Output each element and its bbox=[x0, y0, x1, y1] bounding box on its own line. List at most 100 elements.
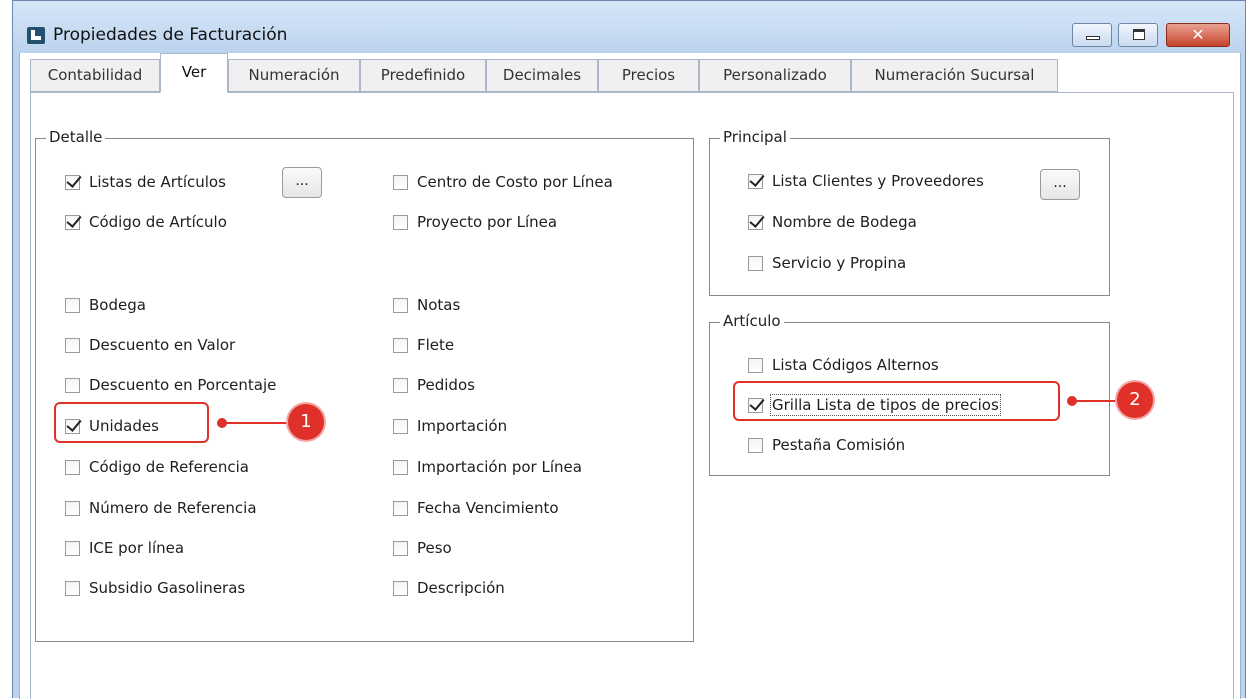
checkbox-box[interactable] bbox=[393, 459, 408, 475]
annotation-2-line bbox=[1073, 400, 1117, 402]
checkbox-box[interactable] bbox=[393, 418, 408, 434]
checkbox-centro-costo-linea[interactable]: Centro de Costo por Línea bbox=[393, 171, 613, 193]
checkbox-box[interactable] bbox=[393, 214, 408, 230]
checkbox-label: Código de Referencia bbox=[89, 458, 249, 476]
checkbox-box[interactable] bbox=[65, 297, 80, 313]
checkbox-box[interactable] bbox=[748, 214, 763, 230]
checkbox-label: Número de Referencia bbox=[89, 499, 257, 517]
tab-decimales[interactable]: Decimales bbox=[486, 59, 598, 92]
maximize-button[interactable] bbox=[1118, 23, 1158, 47]
checkbox-box[interactable] bbox=[65, 459, 80, 475]
checkbox-label: Descuento en Porcentaje bbox=[89, 376, 277, 394]
checkbox-subsidio-gasolineras[interactable]: Subsidio Gasolineras bbox=[65, 577, 245, 599]
checkbox-box[interactable] bbox=[65, 214, 80, 230]
checkbox-flete[interactable]: Flete bbox=[393, 334, 454, 356]
checkbox-pedidos[interactable]: Pedidos bbox=[393, 374, 475, 396]
app-icon bbox=[27, 27, 45, 44]
dialog-content: Contabilidad Ver Numeración Predefinido … bbox=[19, 53, 1241, 699]
articulo-legend: Artículo bbox=[720, 312, 784, 330]
checkbox-label: Pedidos bbox=[417, 376, 475, 394]
checkbox-box[interactable] bbox=[393, 580, 408, 596]
title-bar[interactable]: Propiedades de Facturación ✕ bbox=[13, 1, 1245, 53]
checkbox-descuento-valor[interactable]: Descuento en Valor bbox=[65, 334, 235, 356]
checkbox-importacion[interactable]: Importación bbox=[393, 415, 507, 437]
checkbox-box[interactable] bbox=[65, 500, 80, 516]
window-title: Propiedades de Facturación bbox=[53, 25, 288, 45]
checkbox-descuento-porcentaje[interactable]: Descuento en Porcentaje bbox=[65, 374, 276, 396]
detalle-legend: Detalle bbox=[46, 128, 106, 146]
checkbox-importacion-linea[interactable]: Importación por Línea bbox=[393, 456, 582, 478]
tab-numeracion[interactable]: Numeración bbox=[228, 59, 360, 92]
annotation-badge-1: 1 bbox=[288, 404, 324, 440]
checkbox-pestana-comision[interactable]: Pestaña Comisión bbox=[748, 434, 905, 456]
principal-group: Principal Lista Clientes y Proveedores .… bbox=[709, 128, 1110, 296]
tab-personalizado[interactable]: Personalizado bbox=[699, 59, 851, 92]
checkbox-bodega[interactable]: Bodega bbox=[65, 294, 146, 316]
listas-articulos-more-button[interactable]: ... bbox=[282, 167, 322, 198]
lista-clientes-more-button[interactable]: ... bbox=[1040, 169, 1080, 200]
ver-tab-panel: Detalle Listas de Artículos ... Código d… bbox=[30, 92, 1234, 699]
minimize-icon bbox=[1086, 36, 1100, 40]
highlight-unidades bbox=[54, 402, 209, 443]
tab-ver[interactable]: Ver bbox=[160, 53, 228, 93]
checkbox-label: Nombre de Bodega bbox=[772, 213, 917, 231]
checkbox-box[interactable] bbox=[393, 540, 408, 556]
checkbox-listas-articulos[interactable]: Listas de Artículos bbox=[65, 171, 226, 193]
checkbox-box[interactable] bbox=[65, 174, 80, 190]
tab-predefinido[interactable]: Predefinido bbox=[360, 59, 486, 92]
checkbox-label: Lista Códigos Alternos bbox=[772, 356, 939, 374]
checkbox-nombre-bodega[interactable]: Nombre de Bodega bbox=[748, 211, 917, 233]
checkbox-box[interactable] bbox=[748, 255, 763, 271]
checkbox-label: Pestaña Comisión bbox=[772, 436, 906, 454]
checkbox-box[interactable] bbox=[748, 437, 763, 453]
checkbox-lista-clientes-proveedores[interactable]: Lista Clientes y Proveedores bbox=[748, 170, 984, 192]
checkbox-box[interactable] bbox=[748, 357, 763, 373]
checkbox-label: Bodega bbox=[89, 296, 146, 314]
checkbox-label: Código de Artículo bbox=[89, 213, 227, 231]
checkbox-descripcion[interactable]: Descripción bbox=[393, 577, 505, 599]
checkbox-fecha-vencimiento[interactable]: Fecha Vencimiento bbox=[393, 497, 559, 519]
checkbox-box[interactable] bbox=[65, 377, 80, 393]
checkbox-codigo-articulo[interactable]: Código de Artículo bbox=[65, 211, 227, 233]
checkbox-label: Notas bbox=[417, 296, 461, 314]
checkbox-servicio-propina[interactable]: Servicio y Propina bbox=[748, 252, 906, 274]
checkbox-notas[interactable]: Notas bbox=[393, 294, 460, 316]
tab-contabilidad[interactable]: Contabilidad bbox=[30, 59, 160, 92]
checkbox-box[interactable] bbox=[65, 580, 80, 596]
checkbox-box[interactable] bbox=[393, 337, 408, 353]
highlight-grilla-precios bbox=[733, 381, 1060, 421]
annotation-1-line bbox=[223, 422, 287, 424]
tab-precios[interactable]: Precios bbox=[598, 59, 699, 92]
checkbox-box[interactable] bbox=[65, 540, 80, 556]
checkbox-peso[interactable]: Peso bbox=[393, 537, 452, 559]
checkbox-label: Centro de Costo por Línea bbox=[417, 173, 613, 191]
close-icon: ✕ bbox=[1191, 25, 1205, 44]
annotation-badge-2: 2 bbox=[1117, 382, 1153, 418]
checkbox-box[interactable] bbox=[393, 297, 408, 313]
checkbox-box[interactable] bbox=[393, 500, 408, 516]
close-button[interactable]: ✕ bbox=[1166, 23, 1230, 47]
tab-numeracion-sucursal[interactable]: Numeración Sucursal bbox=[851, 59, 1058, 92]
minimize-button[interactable] bbox=[1072, 23, 1112, 47]
checkbox-label: ICE por línea bbox=[89, 539, 185, 557]
checkbox-label: Lista Clientes y Proveedores bbox=[772, 172, 984, 190]
checkbox-box[interactable] bbox=[65, 337, 80, 353]
checkbox-label: Descuento en Valor bbox=[89, 336, 236, 354]
checkbox-ice-linea[interactable]: ICE por línea bbox=[65, 537, 184, 559]
checkbox-lista-codigos-alternos[interactable]: Lista Códigos Alternos bbox=[748, 354, 939, 376]
checkbox-label: Listas de Artículos bbox=[89, 173, 226, 191]
checkbox-label: Peso bbox=[417, 539, 452, 557]
principal-legend: Principal bbox=[720, 128, 790, 146]
checkbox-numero-referencia[interactable]: Número de Referencia bbox=[65, 497, 257, 519]
checkbox-box[interactable] bbox=[393, 174, 408, 190]
checkbox-box[interactable] bbox=[393, 377, 408, 393]
checkbox-proyecto-linea[interactable]: Proyecto por Línea bbox=[393, 211, 557, 233]
checkbox-label: Proyecto por Línea bbox=[417, 213, 558, 231]
checkbox-label: Fecha Vencimiento bbox=[417, 499, 559, 517]
checkbox-codigo-referencia[interactable]: Código de Referencia bbox=[65, 456, 249, 478]
checkbox-label: Importación bbox=[417, 417, 508, 435]
checkbox-label: Importación por Línea bbox=[417, 458, 582, 476]
checkbox-box[interactable] bbox=[748, 173, 763, 189]
checkbox-label: Subsidio Gasolineras bbox=[89, 579, 246, 597]
properties-window: Propiedades de Facturación ✕ Contabilida… bbox=[12, 0, 1246, 699]
